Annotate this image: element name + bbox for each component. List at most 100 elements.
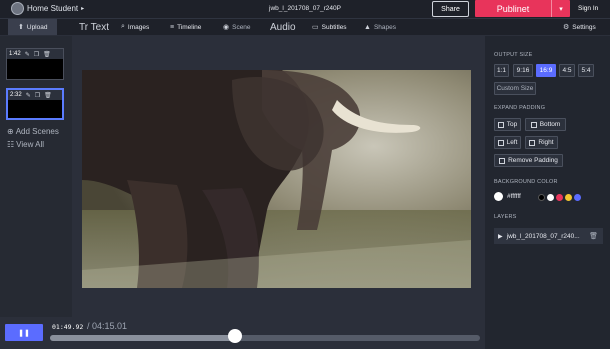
shapes-tool[interactable]: ▲ Shapes [364,19,396,35]
swatch-blue[interactable] [574,194,581,201]
trash-icon[interactable]: 🗑 [44,92,52,99]
remove-padding-label: Remove Padding [508,157,558,164]
upload-label: Upload [26,23,48,31]
editor-app: Home Student ▸ jwb_l_201708_07_r240P Sha… [0,0,610,349]
shapes-label: Shapes [373,23,396,31]
timeline-handle[interactable] [227,329,242,343]
scene-icon: ◉ [223,24,230,31]
add-scenes-button[interactable]: ⊕ Add Scenes [7,127,59,136]
size-16-9-button[interactable]: 16:9 [536,64,556,77]
padding-right-button[interactable]: Right [525,136,558,149]
sign-in-link[interactable]: Sign In [578,5,598,12]
publish-label: Publinet [496,3,530,14]
view-all-button[interactable]: ☷ View All [7,140,44,149]
checkbox-icon [529,139,536,146]
chevron-down-icon[interactable]: ▾ [552,5,570,13]
share-button[interactable]: Share [432,1,469,17]
canvas-area [72,36,485,317]
custom-size-button[interactable]: Custom Size [494,82,536,95]
video-preview[interactable] [82,70,471,288]
padding-top-label: Top [506,121,518,128]
size-1-1-button[interactable]: 1:1 [494,64,509,77]
padding-right-label: Right [538,139,554,146]
remove-padding-button[interactable]: Remove Padding [494,154,563,167]
padding-bottom-label: Bottom [539,121,561,128]
publish-button[interactable]: Publinet ▾ [475,0,570,17]
scene-header: 1:42 ✎ ❐ 🗑 [7,49,63,59]
scene-tool[interactable]: ◉ Scene [223,19,251,35]
audio-tool[interactable]: Audio [270,19,296,35]
current-time: 01:49.92 [52,323,84,331]
padding-bottom-button[interactable]: Bottom [525,118,566,131]
size-4-5-button[interactable]: 4:5 [559,64,575,77]
scene-thumbnail-active[interactable]: 2:32 ✎ ❐ 🗑 [6,88,64,120]
comment-icon[interactable]: ✎ [25,51,30,58]
text-tool[interactable]: Tr Text [79,19,109,35]
copy-icon[interactable]: ❐ [35,92,40,99]
timeline-icon: ≡ [170,23,175,31]
background-color-picker[interactable]: #ffffff [494,192,521,201]
images-tool[interactable]: ⌕ Images [121,19,149,35]
background-color-value: #ffffff [507,193,521,200]
checkbox-icon [499,157,506,164]
view-all-label: View All [16,140,45,149]
properties-panel: OUTPUT SIZE 1:1 9:16 16:9 4:5 5:4 Custom… [485,36,610,349]
search-icon: ⌕ [121,23,125,30]
gear-icon: ⚙ [563,24,570,31]
total-time: / 04:15.01 [87,321,128,331]
images-label: Images [127,23,150,31]
layers-title: LAYERS [494,214,517,220]
subtitles-tool[interactable]: ▭ Subtitles [312,19,347,35]
trash-icon[interactable]: 🗑 [589,232,598,240]
scenes-panel: 1:42 ✎ ❐ 🗑 2:32 ✎ ❐ 🗑 ⊕ Add Scenes ☷ Vie… [0,36,72,317]
subtitles-icon: ▭ [312,24,319,31]
play-icon: ▶ [498,233,503,240]
upload-icon: ⬆ [18,24,24,31]
toolbar: ⬆ Upload Tr Text ⌕ Images ≡ Timeline ◉ S… [0,18,610,35]
timeline-label: Timeline [177,23,202,31]
padding-left-label: Left [506,139,518,146]
scene-duration: 2:32 [10,92,22,98]
settings-label: Settings [572,23,596,31]
scene-thumbnail[interactable]: 1:42 ✎ ❐ 🗑 [6,48,64,80]
expand-padding-title: EXPAND PADDING [494,105,546,111]
top-bar: Home Student ▸ jwb_l_201708_07_r240P Sha… [0,0,610,18]
comment-icon[interactable]: ✎ [26,92,31,99]
size-5-4-button[interactable]: 5:4 [578,64,594,77]
timeline-scrubber[interactable] [50,335,480,341]
grid-icon: ☷ [7,140,15,149]
swatch-red[interactable] [556,194,563,201]
settings-button[interactable]: ⚙ Settings [563,19,596,35]
copy-icon[interactable]: ❐ [34,51,39,58]
shapes-icon: ▲ [364,23,371,31]
swatch-yellow[interactable] [565,194,572,201]
playback-bar: ❚❚ 01:49.92 / 04:15.01 [0,317,485,349]
padding-top-button[interactable]: Top [494,118,521,131]
text-label: Tr Text [79,21,110,33]
background-color-title: BACKGROUND COLOR [494,179,558,185]
plus-circle-icon: ⊕ [7,127,14,136]
timeline-progress [50,335,235,341]
swatch-white[interactable] [547,194,554,201]
layer-name: jwb_l_201708_07_r240... [506,232,580,240]
scene-header: 2:32 ✎ ❐ 🗑 [8,90,62,100]
subtitles-label: Subtitles [321,23,347,31]
output-size-title: OUTPUT SIZE [494,52,533,58]
checkbox-icon [497,121,504,128]
add-scenes-label: Add Scenes [15,127,59,136]
layer-item[interactable]: ▶ jwb_l_201708_07_r240... 🗑 [494,228,603,244]
padding-left-button[interactable]: Left [494,136,521,149]
pause-icon: ❚❚ [18,329,30,337]
size-9-16-button[interactable]: 9:16 [513,64,533,77]
checkbox-icon [530,121,537,128]
upload-button[interactable]: ⬆ Upload [8,19,58,35]
timeline-tool[interactable]: ≡ Timeline [170,19,201,35]
pause-button[interactable]: ❚❚ [5,324,43,341]
scene-label: Scene [232,23,251,31]
elephant-video-frame [82,70,471,288]
scene-duration: 1:42 [9,51,21,57]
checkbox-icon [497,139,504,146]
swatch-black[interactable] [538,194,545,201]
trash-icon[interactable]: 🗑 [43,51,51,58]
audio-label: Audio [270,21,296,33]
